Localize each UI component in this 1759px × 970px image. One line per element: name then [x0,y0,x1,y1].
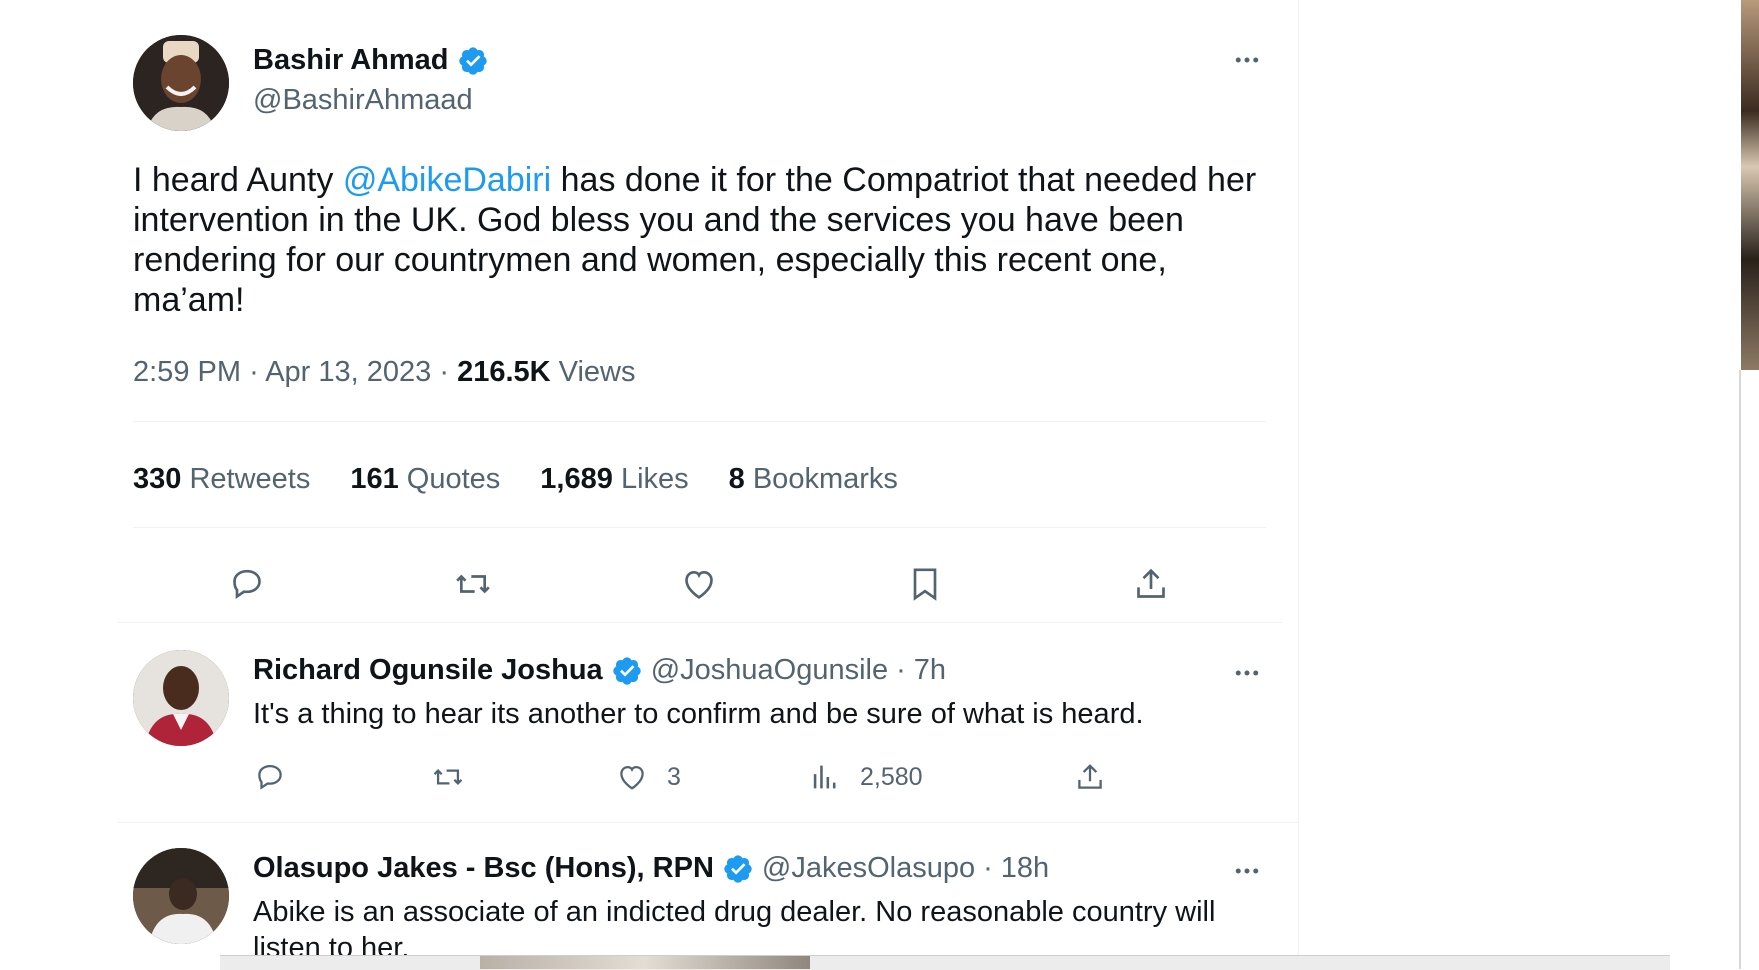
analytics-icon [813,765,836,789]
like-icon [620,765,644,790]
divider [133,527,1266,528]
retweet-button[interactable] [431,760,465,794]
verified-badge-icon[interactable] [722,853,754,885]
bottom-image-strip [480,956,810,969]
reply-time[interactable]: 18h [1001,852,1049,885]
tweet-meta: 2:59 PM · Apr 13, 2023 · 216.5K Views [133,356,636,389]
more-dots-icon [1235,868,1259,874]
verified-badge-icon[interactable] [611,655,643,687]
mention-link[interactable]: @AbikeDabiri [343,161,551,199]
quotes-label: Quotes [406,463,501,495]
reply-button[interactable] [223,560,271,608]
share-icon [1137,568,1165,598]
reply-icon [233,569,261,600]
likes-stat[interactable]: 1,689 Likes [540,463,688,496]
quotes-stat[interactable]: 161 Quotes [350,463,500,496]
bottom-window-strip [220,955,1670,970]
share-button[interactable] [1073,760,1107,794]
reply-tweet[interactable]: Richard Ogunsile Joshua @JoshuaOgunsile … [133,650,1266,820]
avatar-image [133,848,229,944]
reply-separator: · [896,654,906,686]
avatar-image [133,35,229,131]
reply-author-handle[interactable]: @JoshuaOgunsile [651,654,888,687]
retweet-icon [433,769,463,785]
reply-author-row[interactable]: Olasupo Jakes - Bsc (Hons), RPN @JakesOl… [253,852,1049,885]
author-name[interactable]: Bashir Ahmad [253,44,449,77]
reply-separator: · [983,852,993,884]
window-edge-line [1739,370,1741,969]
bookmarks-count: 8 [728,463,745,495]
verified-badge-icon[interactable] [457,45,489,77]
views-count: 216.5K [457,356,551,388]
reply-icon [258,764,282,790]
share-button[interactable] [1127,560,1175,608]
reply-time[interactable]: 7h [914,654,946,687]
author-name-row[interactable]: Bashir Ahmad [253,44,489,77]
bookmarks-stat[interactable]: 8 Bookmarks [729,463,898,496]
bookmarks-label: Bookmarks [752,463,898,495]
views-button[interactable]: 2,580 [808,760,923,794]
tweet-stats: 330 Retweets 161 Quotes 1,689 Likes 8 Bo… [133,463,898,496]
more-options-button[interactable] [1229,42,1265,78]
reply-tweet[interactable]: Olasupo Jakes - Bsc (Hons), RPN @JakesOl… [133,848,1266,969]
tweet-time[interactable]: 2:59 PM [133,356,241,388]
author-avatar[interactable] [133,35,229,131]
divider [117,622,1282,623]
meta-separator: · [249,356,259,388]
background-window-edge [1741,0,1759,370]
tweet-text: I heard Aunty @AbikeDabiri has done it f… [133,160,1273,320]
meta-separator: · [439,356,450,388]
like-button[interactable] [675,560,723,608]
quotes-count: 161 [350,463,399,495]
retweet-button[interactable] [449,560,497,608]
like-icon [685,570,713,599]
retweets-stat[interactable]: 330 Retweets [133,463,310,496]
avatar-image [133,650,229,746]
tweet-date[interactable]: Apr 13, 2023 [265,356,431,388]
reply-author-name[interactable]: Richard Ogunsile Joshua [253,654,603,687]
likes-count: 1,689 [540,463,613,495]
retweets-count: 330 [133,463,182,495]
more-options-button[interactable] [1229,655,1265,691]
more-options-button[interactable] [1229,853,1265,889]
tweet-text-start: I heard Aunty [133,161,343,199]
views-label: Views [558,356,636,388]
reply-button[interactable] [253,760,287,794]
tweet-actions [133,560,1266,620]
likes-label: Likes [620,463,689,495]
divider [133,421,1266,422]
author-handle[interactable]: @BashirAhmaad [253,84,473,117]
more-dots-icon [1235,57,1259,63]
reply-text: It's a thing to hear its another to conf… [253,698,1144,730]
reply-author-name[interactable]: Olasupo Jakes - Bsc (Hons), RPN [253,852,714,885]
share-icon [1078,764,1102,789]
retweets-label: Retweets [189,463,311,495]
reply-avatar[interactable] [133,848,229,944]
bookmark-icon [913,568,937,601]
reply-avatar[interactable] [133,650,229,746]
like-count: 3 [667,762,681,791]
more-dots-icon [1235,670,1259,676]
retweet-icon [456,574,490,594]
views-count: 2,580 [860,762,923,791]
reply-author-row[interactable]: Richard Ogunsile Joshua @JoshuaOgunsile … [253,654,946,687]
reply-actions: 3 2,580 [253,760,1153,804]
reply-author-handle[interactable]: @JakesOlasupo [762,852,975,885]
bookmark-button[interactable] [901,560,949,608]
like-button[interactable]: 3 [615,760,681,794]
divider [117,822,1298,823]
